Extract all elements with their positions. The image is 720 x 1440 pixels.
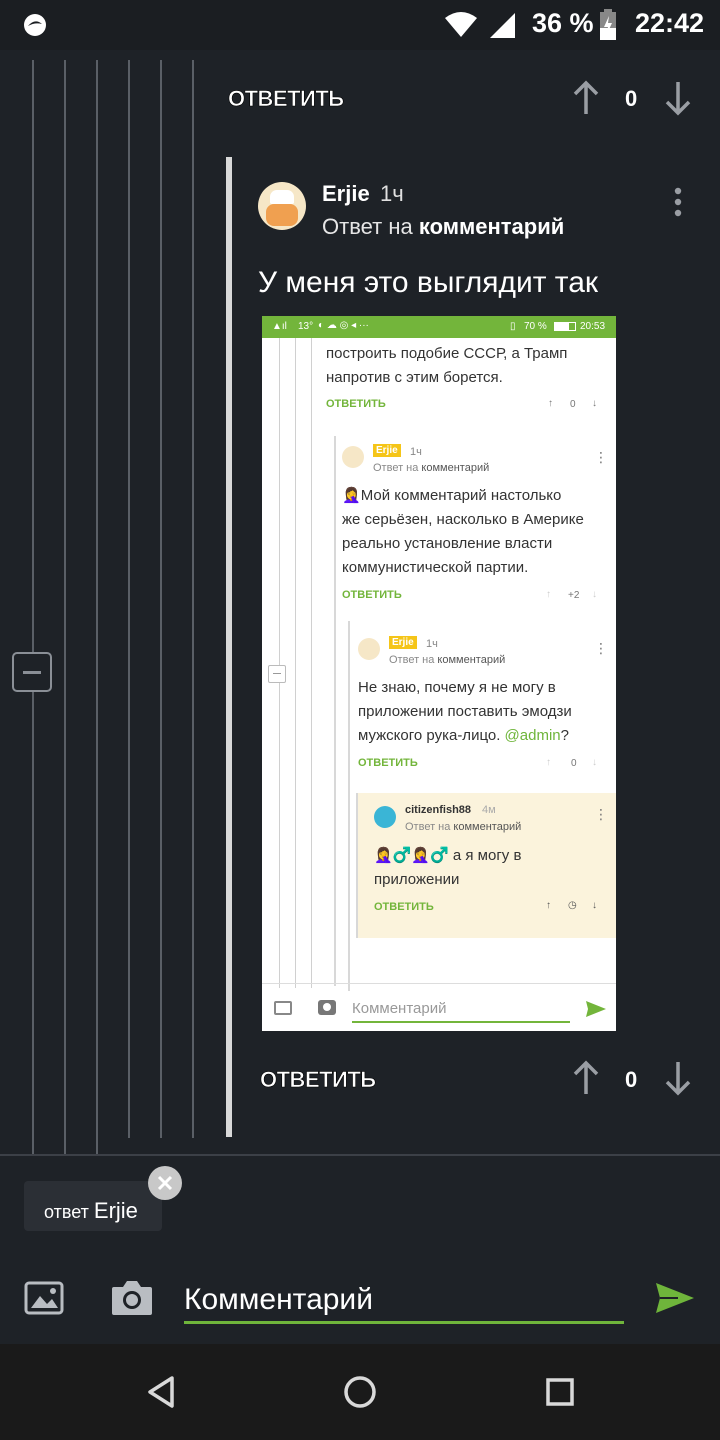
thread-line xyxy=(192,60,194,1138)
active-thread-line xyxy=(226,157,232,1137)
minus-icon xyxy=(23,671,41,674)
vote-count: 0 xyxy=(625,86,638,111)
embedded-reply-label: ОТВЕТИТЬ xyxy=(326,398,386,410)
close-reply-button[interactable] xyxy=(148,1166,182,1200)
embedded-image-icon xyxy=(274,1001,292,1015)
embedded-camera-icon xyxy=(318,1000,336,1015)
embedded-avatar xyxy=(358,638,380,660)
attach-image-icon[interactable] xyxy=(24,1281,64,1315)
reply-target-prefix: ответ xyxy=(44,1202,89,1222)
downvote-icon[interactable] xyxy=(664,80,692,116)
thread-line xyxy=(64,60,66,1154)
cell-signal-icon xyxy=(490,13,515,38)
vote-count: 0 xyxy=(625,1067,638,1092)
navigation-bar xyxy=(0,1344,720,1440)
comment-text: У меня это выглядит так xyxy=(258,266,599,299)
upvote-icon[interactable] xyxy=(572,1060,600,1096)
embedded-text: напротив с этим борется. xyxy=(326,369,503,386)
battery-charging-icon xyxy=(600,9,616,40)
embedded-send-icon xyxy=(586,1001,606,1017)
downvote-icon[interactable] xyxy=(664,1060,692,1096)
embedded-author-badge: Erjie xyxy=(373,444,401,457)
comment-input[interactable] xyxy=(184,1278,624,1324)
embedded-avatar xyxy=(374,806,396,828)
collapse-thread-button[interactable] xyxy=(12,652,52,692)
back-icon[interactable] xyxy=(146,1375,176,1409)
thread-line xyxy=(160,60,162,1138)
comment-image[interactable]: ▲ıl 13° ◐ ☁ ◎ ◂ ··· ▯ 70 % 20:53 построи… xyxy=(262,316,616,1031)
chef-hat xyxy=(270,190,294,204)
reply-button[interactable]: ОТВЕТИТЬ xyxy=(260,1067,377,1093)
camera-icon[interactable] xyxy=(110,1278,154,1316)
reply-target-name: Erjie xyxy=(93,1198,138,1223)
reply-to-link[interactable]: комментарий xyxy=(419,214,564,239)
avatar[interactable] xyxy=(258,182,306,230)
wifi-icon xyxy=(445,12,477,37)
thread-line xyxy=(128,60,130,1138)
embedded-avatar xyxy=(342,446,364,468)
reply-to-prefix: Ответ на xyxy=(322,214,413,239)
close-icon xyxy=(157,1175,173,1191)
avatar-face xyxy=(266,204,298,226)
clock: 22:42 xyxy=(634,8,704,38)
more-options-icon[interactable] xyxy=(672,186,684,218)
comment-time: 1ч xyxy=(380,181,404,206)
app-notification-icon xyxy=(24,14,46,36)
reply-to-line: Ответ на комментарий xyxy=(322,214,564,240)
composer-divider xyxy=(0,1154,720,1156)
embedded-status-bar: ▲ıl 13° ◐ ☁ ◎ ◂ ··· ▯ 70 % 20:53 xyxy=(262,316,616,338)
recents-icon[interactable] xyxy=(545,1377,575,1407)
home-icon[interactable] xyxy=(343,1375,377,1409)
thread-line xyxy=(96,60,98,1154)
comment-author[interactable]: Erjie xyxy=(322,181,370,207)
upvote-icon[interactable] xyxy=(572,80,600,116)
battery-percentage: 36 % xyxy=(532,8,594,38)
embedded-text: построить подобие СССР, а Трамп xyxy=(326,345,568,362)
thread-line xyxy=(32,60,34,1154)
reply-button[interactable]: ОТВЕТИТЬ xyxy=(228,86,345,112)
embedded-collapse-icon xyxy=(268,665,286,683)
status-bar: 36 % 22:42 xyxy=(0,0,720,50)
reply-target-label: ответ Erjie xyxy=(44,1198,138,1224)
send-icon[interactable] xyxy=(656,1283,694,1313)
